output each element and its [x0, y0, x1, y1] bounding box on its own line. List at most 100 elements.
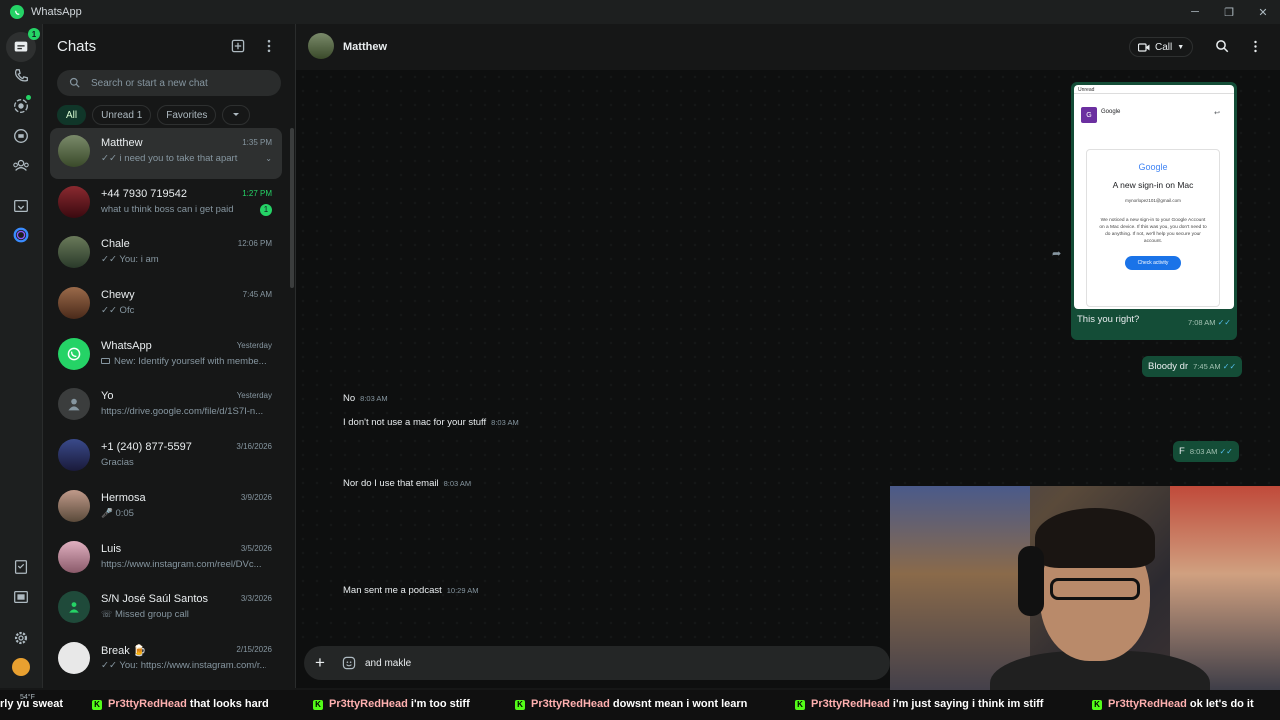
search-icon[interactable]	[1215, 39, 1230, 54]
starred-nav-button[interactable]	[10, 556, 32, 578]
person-hair	[1035, 508, 1155, 568]
message-bubble-outgoing[interactable]: F 8:03 AM ✓✓	[1173, 441, 1239, 462]
status-nav-button[interactable]	[10, 95, 32, 117]
message-bubble-incoming[interactable]: Nor do I use that email 8:03 AM	[337, 473, 477, 494]
communities-nav-button[interactable]	[10, 154, 32, 176]
chat-preview: https://www.instagram.com/reel/DVc...	[101, 558, 262, 570]
video-call-icon	[1138, 42, 1150, 52]
chat-item-hermosa[interactable]: Hermosa 3/9/2026 🎤 0:05	[50, 483, 282, 534]
chat-item-yo[interactable]: Yo Yesterday https://drive.google.com/fi…	[50, 381, 282, 432]
phone-icon	[14, 69, 28, 82]
chat-item-break[interactable]: Break 🍺 2/15/2026 ✓✓ You: https://www.in…	[50, 635, 282, 686]
chat-item-chewy[interactable]: Chewy 7:45 AM ✓✓ Ofc	[50, 280, 282, 331]
kick-badge-icon: K	[1092, 700, 1102, 710]
chevron-down-icon: ▼	[1177, 43, 1185, 51]
chat-item-chale[interactable]: Chale 12:06 PM ✓✓ You: i am	[50, 229, 282, 280]
chat-list-panel: Chats All Unread 1 Favorites Matthew 1:3…	[43, 24, 296, 688]
chat-items: Matthew 1:35 PM ✓✓ i need you to take th…	[43, 128, 289, 686]
minimize-button[interactable]: ─	[1178, 0, 1212, 24]
chat-item-us-number[interactable]: +1 (240) 877-5597 3/16/2026 Gracias	[50, 432, 282, 483]
more-options-icon[interactable]	[261, 38, 277, 54]
chat-time: 3/9/2026	[240, 492, 272, 502]
close-button[interactable]: ✕	[1246, 0, 1280, 24]
meta-ai-nav-button[interactable]	[10, 224, 32, 246]
filter-unread[interactable]: Unread 1	[92, 105, 152, 125]
message-composer: +	[304, 646, 890, 680]
kick-badge-icon: K	[795, 700, 805, 710]
filter-more-button[interactable]	[222, 105, 251, 125]
avatar	[58, 236, 90, 269]
search-box[interactable]	[57, 70, 281, 96]
message-bubble-outgoing[interactable]: Bloody dr 7:45 AM ✓✓	[1142, 356, 1243, 377]
chat-name: Break 🍺	[101, 644, 147, 657]
message-time: 10:29 AM	[446, 586, 479, 595]
chat-item-matthew[interactable]: Matthew 1:35 PM ✓✓ i need you to take th…	[50, 128, 282, 179]
search-icon	[69, 77, 80, 88]
chat-time: 12:06 PM	[237, 239, 272, 249]
chat-preview: https://drive.google.com/file/d/1S7I-n..…	[101, 406, 264, 418]
forward-icon[interactable]: ➦	[1052, 247, 1061, 260]
reply-icon: ↩	[1214, 110, 1220, 117]
avatar	[58, 489, 90, 522]
chevron-down-icon[interactable]: ⌄	[265, 154, 272, 163]
ticker-message: K Pr3ttyRedHead ok let's do it	[1092, 698, 1254, 710]
email-screenshot: Unread G Google ↩ Google A new sign-in o…	[1074, 85, 1234, 309]
search-input[interactable]	[91, 77, 271, 89]
media-nav-button[interactable]	[10, 586, 32, 608]
message-text: I don't not use a mac for your stuff	[343, 417, 487, 428]
filter-all[interactable]: All	[57, 105, 87, 125]
message-time: 7:45 AM ✓✓	[1193, 362, 1237, 371]
chat-list-scrollbar[interactable]	[290, 128, 294, 288]
chat-item-whatsapp[interactable]: WhatsApp Yesterday New: Identify yoursel…	[50, 331, 282, 382]
headphones	[1018, 546, 1044, 616]
chat-list-title: Chats	[57, 37, 97, 55]
message-text: Bloody dr	[1148, 361, 1189, 372]
missed-call-icon: ☏	[101, 609, 113, 620]
image-message[interactable]: Unread G Google ↩ Google A new sign-in o…	[1071, 82, 1237, 340]
chat-preview: New: Identify yourself with membe...	[114, 355, 266, 367]
message-bubble-incoming[interactable]: Man sent me a podcast 10:29 AM	[337, 580, 484, 601]
chat-time: 1:35 PM	[242, 138, 272, 147]
sender-avatar: G	[1081, 107, 1097, 123]
contact-avatar[interactable]	[308, 33, 334, 59]
meta-ai-icon	[13, 227, 29, 243]
new-chat-icon[interactable]	[230, 38, 246, 54]
chat-item-luis[interactable]: Luis 3/5/2026 https://www.instagram.com/…	[50, 534, 282, 585]
message-text: F	[1179, 446, 1185, 457]
chat-item-uk-number[interactable]: +44 7930 719542 1:27 PM what u think bos…	[50, 179, 282, 230]
status-new-dot	[26, 95, 31, 100]
calls-nav-button[interactable]	[10, 65, 32, 87]
call-label: Call	[1155, 41, 1173, 53]
channels-nav-button[interactable]	[10, 125, 32, 147]
kick-badge-icon: K	[515, 700, 525, 710]
email-body: We noticed a new sign-in to your Google …	[1099, 218, 1207, 244]
default-avatar	[58, 388, 90, 421]
ticker-message: rly yu sweat	[0, 698, 63, 710]
contact-name[interactable]: Matthew	[343, 41, 387, 53]
message-bubble-incoming[interactable]: No 8:03 AM	[337, 388, 394, 409]
ticker-message: K Pr3ttyRedHead i'm just saying i think i…	[795, 698, 1043, 710]
group-icon	[69, 602, 79, 613]
conversation-header: Matthew Call ▼	[296, 24, 1280, 70]
group-avatar	[58, 591, 90, 624]
call-button[interactable]: Call ▼	[1129, 37, 1194, 57]
chat-name: Hermosa	[101, 491, 146, 504]
message-text: Man sent me a podcast	[343, 585, 442, 596]
settings-nav-button[interactable]	[10, 627, 32, 649]
chats-nav-button[interactable]: 1	[6, 28, 40, 62]
chat-time: Yesterday	[236, 391, 272, 401]
ticker-message: K Pr3ttyRedHead that looks hard	[92, 698, 269, 710]
message-bubble-incoming[interactable]: I don't not use a mac for your stuff 8:03…	[337, 412, 525, 433]
filter-favorites[interactable]: Favorites	[157, 105, 217, 125]
emoji-sticker-icon[interactable]	[341, 655, 357, 671]
profile-nav-button[interactable]	[10, 656, 32, 678]
archive-nav-button[interactable]	[10, 195, 32, 217]
chat-list-header: Chats	[43, 24, 295, 68]
maximize-button[interactable]: ❐	[1212, 0, 1246, 24]
chat-item-group-santos[interactable]: S/N José Saúl Santos 3/3/2026 Missed gro…	[50, 584, 282, 635]
menu-icon[interactable]	[1248, 39, 1263, 54]
person-icon	[68, 399, 80, 411]
taskbar-chat-ticker: 54°F rly yu sweat K Pr3ttyRedHead that lo…	[0, 690, 1280, 720]
attach-plus-icon[interactable]: +	[315, 653, 329, 673]
message-input[interactable]	[365, 657, 765, 669]
